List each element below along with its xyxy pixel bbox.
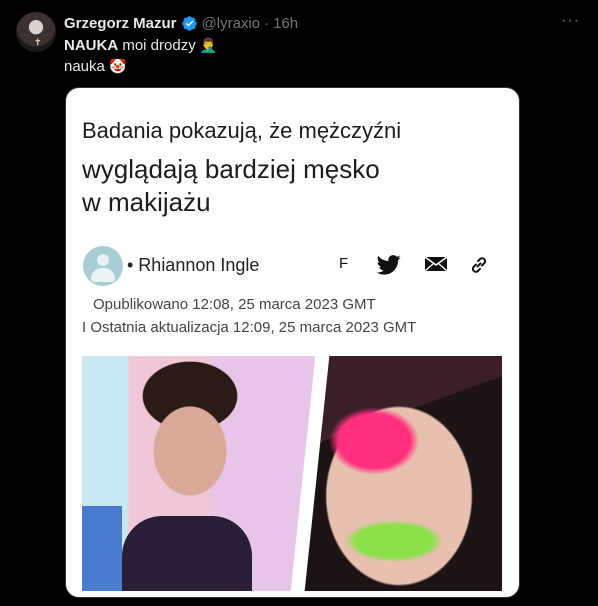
timestamp[interactable]: 16h [273, 15, 298, 32]
twitter-icon [377, 255, 401, 275]
cross-icon: ✝ [34, 37, 42, 47]
clown-emoji: 🤡 [109, 58, 127, 74]
updated-date: I Ostatnia aktualizacja 12:09, 25 marca … [82, 319, 417, 336]
tweet-text: NAUKA moi drodzy 🤦‍♂️ nauka 🤡 [64, 35, 217, 77]
tweet-line-1-rest: moi drodzy [118, 37, 196, 54]
avatar[interactable]: ✝ [16, 12, 56, 52]
published-date: Opublikowano 12:08, 25 marca 2023 GMT [93, 296, 376, 313]
facebook-icon: F [339, 255, 349, 272]
photo-man-with-makeup [82, 356, 315, 591]
tweet-media-image[interactable]: Badania pokazują, że mężczyźni wyglądają… [65, 87, 520, 598]
author-name[interactable]: Grzegorz Mazur [64, 15, 177, 32]
article-headline: Badania pokazują, że mężczyźni wyglądają… [82, 118, 502, 218]
headline-line-3: w makijażu [82, 187, 211, 217]
link-icon [471, 257, 487, 273]
tweet-line-1: NAUKA moi drodzy 🤦‍♂️ [64, 35, 217, 56]
photo-man-with-neon-paint [304, 356, 502, 591]
article-author: • Rhiannon Ingle [127, 255, 260, 275]
tweet-line-2: nauka 🤡 [64, 56, 217, 77]
article-photos [82, 356, 502, 591]
article-author-row: • Rhiannon Ingle F [83, 246, 503, 286]
user-placeholder-icon [83, 246, 123, 286]
tweet-header: Grzegorz Mazur @lyraxio · 16h [64, 13, 298, 33]
tweet[interactable]: ✝ Grzegorz Mazur @lyraxio · 16h ··· NAUK… [0, 0, 598, 606]
author-handle[interactable]: @lyraxio [202, 15, 261, 32]
separator: · [264, 14, 270, 32]
more-icon[interactable]: ··· [561, 12, 580, 30]
headline-line-2: wyglądają bardziej męsko [82, 154, 380, 184]
mail-icon [424, 256, 448, 272]
headline-line-1: Badania pokazują, że mężczyźni [82, 118, 402, 143]
tweet-line-2-text: nauka [64, 58, 105, 75]
verified-badge-icon [181, 15, 197, 31]
facepalm-emoji: 🤦‍♂️ [199, 37, 218, 53]
tweet-bold-word: NAUKA [64, 37, 119, 54]
